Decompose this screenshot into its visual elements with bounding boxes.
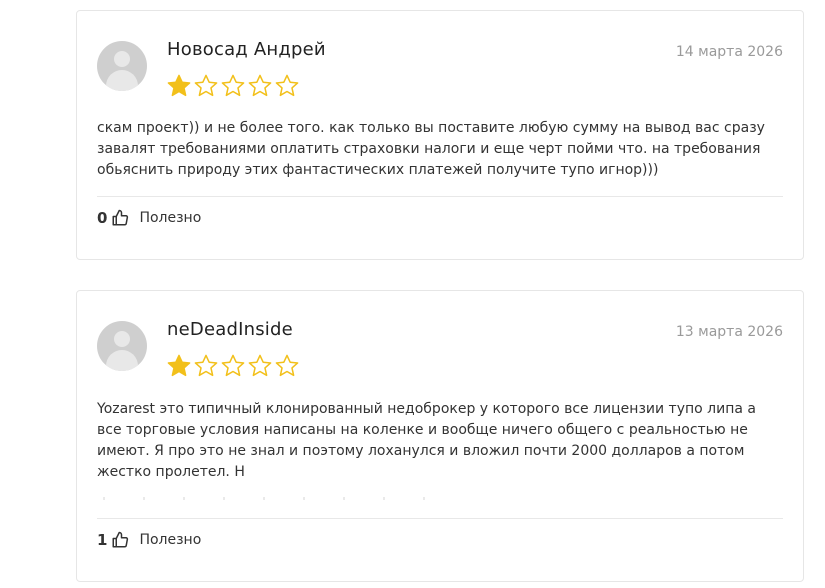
divider bbox=[97, 196, 783, 197]
review-footer: 0 Полезно bbox=[97, 206, 201, 230]
star-filled-icon bbox=[167, 74, 191, 97]
review-author: Новосад Андрей bbox=[167, 39, 326, 60]
avatar-head-shape bbox=[114, 331, 130, 347]
useful-button[interactable]: Полезно bbox=[139, 532, 201, 548]
star-empty-icon bbox=[275, 354, 299, 377]
star-empty-icon bbox=[194, 74, 218, 97]
star-empty-icon bbox=[221, 74, 245, 97]
star-empty-icon bbox=[248, 354, 272, 377]
review-date: 13 марта 2026 bbox=[675, 324, 783, 340]
star-empty-icon bbox=[221, 354, 245, 377]
like-count: 1 bbox=[97, 531, 108, 549]
avatar-body-shape bbox=[106, 70, 138, 91]
rating-stars bbox=[166, 353, 300, 379]
star-empty-icon bbox=[248, 74, 272, 97]
truncated-text-fragment bbox=[97, 497, 457, 500]
useful-button[interactable]: Полезно bbox=[139, 210, 201, 226]
review-card: neDeadInside 13 марта 2026 Yozarest это … bbox=[76, 290, 804, 582]
review-date: 14 марта 2026 bbox=[675, 44, 783, 60]
review-card: Новосад Андрей 14 марта 2026 скам проект… bbox=[76, 10, 804, 260]
review-footer: 1 Полезно bbox=[97, 528, 201, 552]
avatar bbox=[97, 321, 147, 371]
thumbs-up-icon[interactable] bbox=[111, 209, 129, 227]
star-empty-icon bbox=[275, 74, 299, 97]
review-text: скам проект)) и не более того. как тольк… bbox=[97, 120, 765, 178]
divider bbox=[97, 518, 783, 519]
avatar bbox=[97, 41, 147, 91]
star-filled-icon bbox=[167, 354, 191, 377]
avatar-head-shape bbox=[114, 51, 130, 67]
star-empty-icon bbox=[194, 354, 218, 377]
like-count: 0 bbox=[97, 209, 108, 227]
thumbs-up-icon[interactable] bbox=[111, 531, 129, 549]
avatar-body-shape bbox=[106, 350, 138, 371]
review-author: neDeadInside bbox=[167, 319, 293, 340]
review-text: Yozarest это типичный клонированный недо… bbox=[97, 401, 756, 480]
rating-stars bbox=[166, 73, 300, 99]
